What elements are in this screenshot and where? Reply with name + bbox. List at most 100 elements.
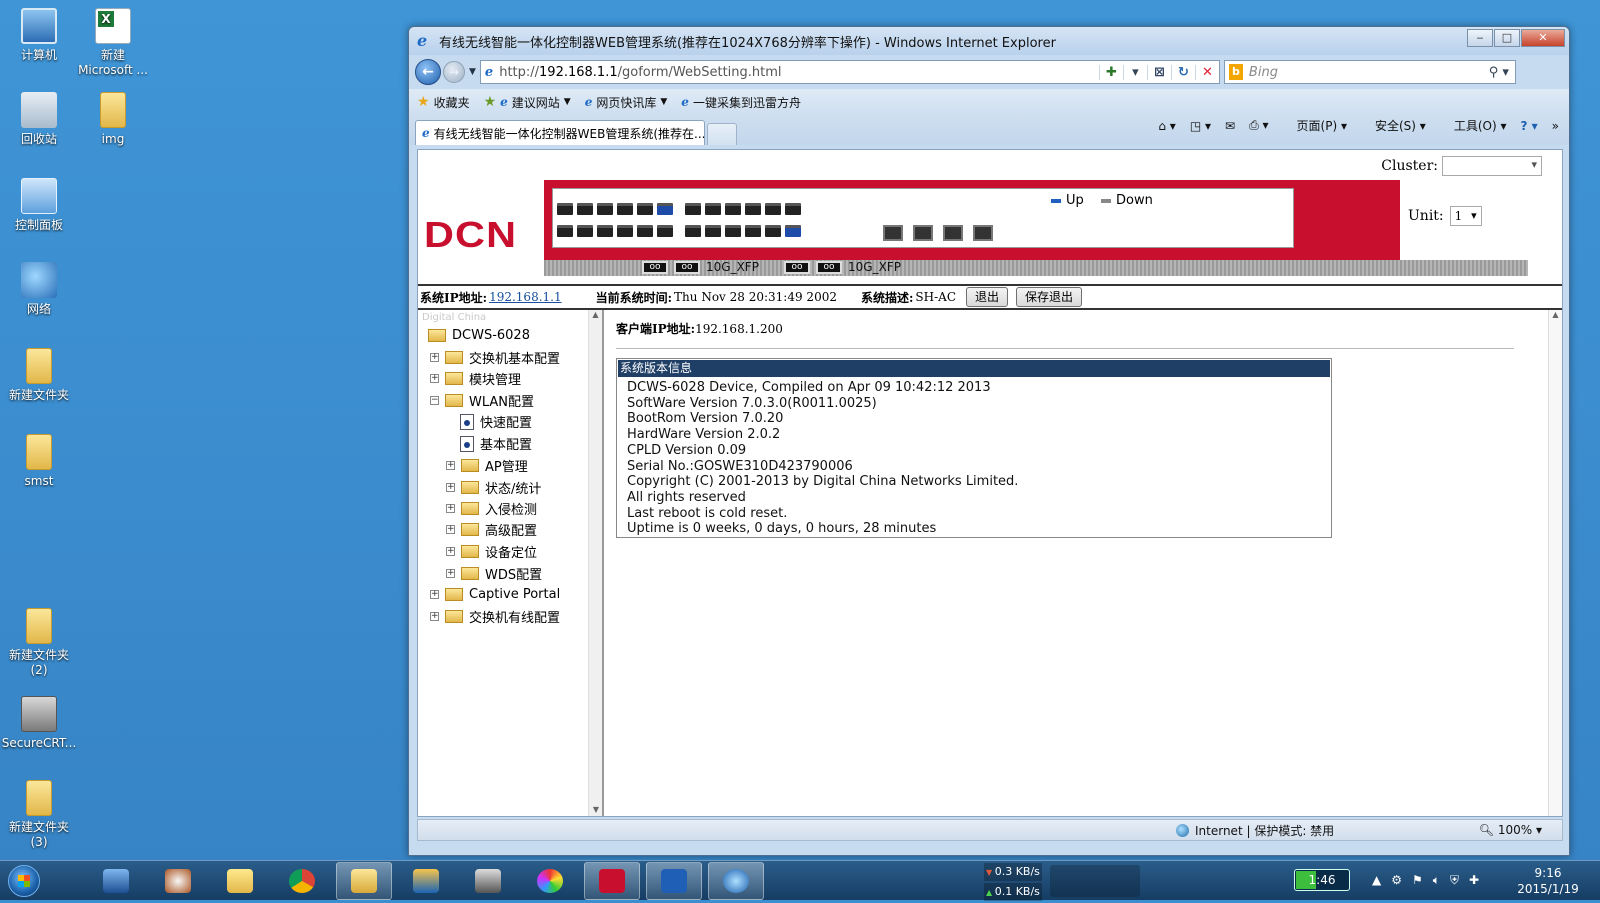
taskbar-app-tool[interactable] [150, 862, 206, 900]
expand-icon[interactable]: + [430, 590, 439, 599]
tree-item-wired-config[interactable]: + 交换机有线配置 [430, 607, 560, 626]
tree-item-wlan[interactable]: − WLAN配置 [430, 391, 534, 410]
scroll-up-icon[interactable]: ▲ [1549, 310, 1562, 319]
cluster-select[interactable] [1442, 156, 1542, 176]
back-button[interactable]: ← [415, 59, 441, 85]
history-dropdown-icon[interactable]: ▼ [469, 67, 476, 77]
close-button[interactable]: ✕ [1521, 29, 1565, 47]
tree-root[interactable]: DCWS-6028 [428, 328, 530, 343]
xfp-port-icon[interactable]: oo [784, 260, 810, 274]
tree-item-location[interactable]: + 设备定位 [446, 542, 537, 561]
tools-menu[interactable]: 工具(O) ▾ [1440, 117, 1507, 134]
logout-button[interactable]: 退出 [966, 287, 1009, 307]
start-button[interactable] [0, 861, 48, 901]
port-icon[interactable] [617, 203, 633, 215]
tree-item-intrusion[interactable]: + 入侵检测 [446, 499, 537, 518]
desktop-icon-img[interactable]: img [74, 92, 152, 147]
clock[interactable]: 9:16 2015/1/19 [1508, 865, 1588, 897]
tree-item-advanced[interactable]: + 高级配置 [446, 520, 537, 539]
fav-web-slice-gallery[interactable]: e 网页快讯库 ▼ [585, 94, 668, 111]
expand-icon[interactable]: + [430, 612, 439, 621]
port-icon[interactable] [637, 225, 653, 237]
expand-icon[interactable]: + [446, 483, 455, 492]
expand-icon[interactable]: + [446, 461, 455, 470]
new-tab-button[interactable] [707, 123, 737, 145]
chevron-right-icon[interactable]: » [1552, 119, 1559, 133]
desktop-icon-new-folder-3[interactable]: 新建文件夹 (3) [0, 780, 78, 850]
taskbar-app-remote[interactable] [88, 862, 144, 900]
taskbar-app-outlook[interactable] [398, 862, 454, 900]
expand-icon[interactable]: + [430, 374, 439, 383]
port-icon[interactable] [557, 225, 573, 237]
port-icon[interactable] [637, 203, 653, 215]
page-scrollbar[interactable]: ▲ [1548, 310, 1562, 816]
fav-thunder[interactable]: e 一键采集到迅雷方舟 [681, 94, 801, 111]
xfp-port-icon[interactable]: oo [674, 260, 700, 274]
tab-active[interactable]: e 有线无线智能一体化控制器WEB管理系统(推荐在... [415, 120, 705, 145]
sfp-port-icon[interactable] [973, 225, 993, 241]
port-icon[interactable] [765, 203, 781, 215]
zoom-level[interactable]: 🔍︎ 100% ▾ [1479, 823, 1542, 837]
desktop-icon-network[interactable]: 网络 [0, 262, 78, 317]
desktop-icon-new-folder-2[interactable]: 新建文件夹 (2) [0, 608, 78, 678]
sfp-port-icon[interactable] [943, 225, 963, 241]
tree-item-captive-portal[interactable]: + Captive Portal [430, 587, 560, 602]
taskbar-app-explorer[interactable] [336, 861, 392, 900]
compat-view-icon[interactable]: ✚ [1098, 64, 1123, 80]
desktop-icon-new-folder[interactable]: 新建文件夹 [0, 348, 78, 403]
refresh-icon[interactable]: ↻ [1170, 64, 1195, 80]
desktop-icon-excel[interactable]: 新建 Microsoft ... [74, 8, 152, 78]
xfp-port-icon[interactable]: oo [642, 260, 668, 274]
forward-button[interactable]: → [443, 61, 465, 83]
tree-item-quick-config[interactable]: 快速配置 [460, 412, 532, 431]
desktop-icon-securecrt[interactable]: SecureCRT... [0, 696, 78, 751]
page-menu[interactable]: 页面(P) ▾ [1283, 117, 1347, 134]
stop-icon[interactable]: ✕ [1194, 64, 1219, 80]
port-icon[interactable] [657, 225, 673, 237]
expand-icon[interactable]: + [446, 504, 455, 513]
taskbar-app-notes[interactable] [212, 862, 268, 900]
fav-suggested-sites[interactable]: ★ e 建议网站 ▼ [484, 94, 571, 111]
unit-select[interactable]: 1 [1449, 206, 1482, 226]
system-tray[interactable]: ▲⚙⚑🔈︎⛨✚ [1372, 873, 1489, 888]
port-icon[interactable] [725, 225, 741, 237]
home-icon[interactable]: ⌂ ▾ [1158, 119, 1175, 133]
sys-ip-link[interactable]: 192.168.1.1 [489, 290, 562, 304]
expand-icon[interactable]: + [446, 547, 455, 556]
address-dropdown-icon[interactable]: ▾ [1122, 64, 1147, 80]
sfp-port-icon[interactable] [913, 225, 933, 241]
scroll-up-icon[interactable]: ▲ [589, 310, 602, 319]
port-icon[interactable] [685, 203, 701, 215]
expand-icon[interactable]: + [430, 353, 439, 362]
taskbar-app-thunder[interactable] [460, 862, 516, 900]
minimize-button[interactable]: ‒ [1467, 29, 1493, 47]
tree-item-module[interactable]: + 模块管理 [430, 369, 521, 388]
taskbar-app-red[interactable] [584, 861, 640, 900]
tree-item-wds[interactable]: + WDS配置 [446, 564, 542, 583]
scroll-down-icon[interactable]: ▼ [589, 805, 603, 814]
search-icon[interactable]: ⚲ ▾ [1489, 65, 1509, 80]
port-icon[interactable] [745, 203, 761, 215]
taskbar-app-colors[interactable] [522, 862, 578, 900]
port-icon[interactable] [577, 225, 593, 237]
port-up-icon[interactable] [785, 225, 801, 237]
title-bar[interactable]: e 有线无线智能一体化控制器WEB管理系统(推荐在1024X768分辨率下操作)… [409, 27, 1569, 55]
port-icon[interactable] [745, 225, 761, 237]
port-icon[interactable] [557, 203, 573, 215]
expand-icon[interactable]: + [446, 569, 455, 578]
port-icon[interactable] [597, 225, 613, 237]
port-icon[interactable] [705, 203, 721, 215]
desktop-icon-control-panel[interactable]: 控制面板 [0, 178, 78, 233]
port-up-icon[interactable] [657, 203, 673, 215]
tree-item-basic-config[interactable]: 基本配置 [460, 434, 532, 453]
security-zone[interactable]: Internet | 保护模式: 禁用 [1176, 822, 1334, 839]
taskbar-app-word[interactable] [646, 861, 702, 900]
port-icon[interactable] [725, 203, 741, 215]
collapse-icon[interactable]: − [430, 396, 439, 405]
safety-menu[interactable]: 安全(S) ▾ [1361, 117, 1426, 134]
signal-strength-icon[interactable] [1050, 865, 1140, 897]
port-icon[interactable] [705, 225, 721, 237]
feeds-icon[interactable]: ◳ ▾ [1190, 119, 1211, 133]
expand-icon[interactable]: + [446, 525, 455, 534]
address-bar[interactable]: e http://192.168.1.1/goform/WebSetting.h… [479, 60, 1220, 84]
